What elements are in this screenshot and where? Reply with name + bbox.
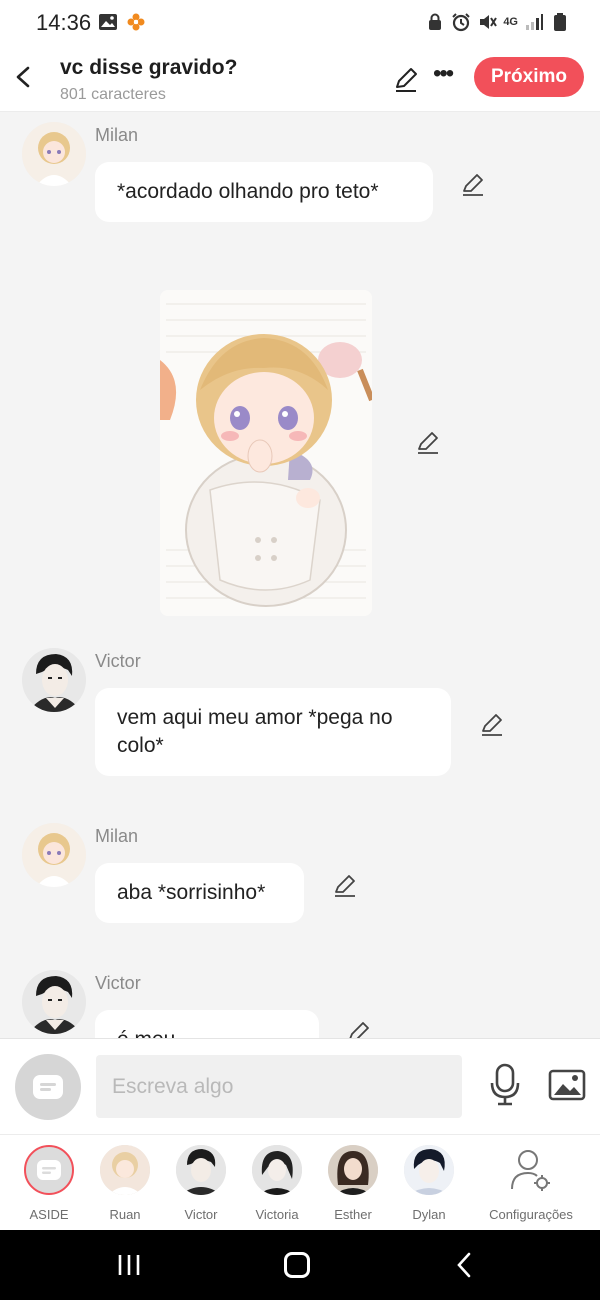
- aside-avatar: [24, 1145, 74, 1195]
- back-arrow-icon[interactable]: [12, 62, 36, 92]
- edit-message-icon[interactable]: [346, 1020, 372, 1038]
- aside-button[interactable]: [15, 1054, 81, 1120]
- chat-title: vc disse gravido?: [60, 56, 238, 79]
- message-image[interactable]: [160, 290, 372, 616]
- character-bar: ASIDE Ruan Victor Victoria Esther Dylan …: [0, 1134, 600, 1230]
- system-nav-bar: [0, 1230, 600, 1300]
- settings-button[interactable]: Configurações: [484, 1145, 578, 1222]
- character-dylan[interactable]: Dylan: [391, 1145, 467, 1222]
- edit-message-icon[interactable]: [460, 172, 486, 198]
- avatar: [404, 1145, 454, 1195]
- character-name: Dylan: [412, 1207, 446, 1222]
- character-name: ASIDE: [29, 1207, 69, 1222]
- aside-icon: [33, 1075, 63, 1099]
- message-bubble[interactable]: aba *sorrisinho*: [95, 863, 304, 923]
- sender-name: Milan: [95, 826, 139, 846]
- avatar-victor[interactable]: [22, 970, 86, 1034]
- alarm-icon: [452, 13, 471, 32]
- avatar-milan[interactable]: [22, 823, 86, 887]
- message-input[interactable]: [96, 1055, 462, 1118]
- message-bubble[interactable]: *acordado olhando pro teto*: [95, 162, 433, 222]
- character-name: Victor: [184, 1207, 218, 1222]
- flower-icon: [127, 13, 145, 31]
- chat-header: vc disse gravido? 801 caracteres ••• Pró…: [0, 46, 600, 112]
- message-bubble[interactable]: é meu pinguinzinho: [95, 1010, 319, 1038]
- edit-message-icon[interactable]: [332, 873, 358, 899]
- battery-icon: [554, 13, 566, 31]
- status-time: 14:36: [36, 10, 92, 35]
- character-victoria[interactable]: Victoria: [239, 1145, 315, 1222]
- avatar: [176, 1145, 226, 1195]
- sender-name: Milan: [95, 125, 139, 145]
- home-icon[interactable]: [284, 1252, 310, 1278]
- more-options-icon[interactable]: •••: [433, 60, 454, 88]
- message-bubble[interactable]: vem aqui meu amor *pega no colo*: [95, 688, 451, 776]
- character-name: Esther: [334, 1207, 372, 1222]
- composer: [0, 1038, 600, 1134]
- edit-title-icon[interactable]: [392, 66, 420, 94]
- nav-back-icon[interactable]: [456, 1252, 472, 1278]
- aside-icon: [37, 1160, 61, 1180]
- chat-area[interactable]: Milan *acordado olhando pro teto* Victor…: [0, 112, 600, 1038]
- network-label: 4G: [503, 16, 518, 28]
- character-victor[interactable]: Victor: [163, 1145, 239, 1222]
- signal-icon: [526, 14, 543, 30]
- avatar-milan[interactable]: [22, 122, 86, 186]
- microphone-icon[interactable]: [488, 1063, 522, 1107]
- edit-message-icon[interactable]: [479, 712, 505, 738]
- sender-name: Victor: [95, 973, 141, 993]
- user-settings-icon: [511, 1150, 550, 1191]
- character-esther[interactable]: Esther: [315, 1145, 391, 1222]
- character-count: 801 caracteres: [60, 86, 166, 103]
- avatar: [252, 1145, 302, 1195]
- mute-icon: [480, 15, 498, 29]
- character-name: Configurações: [489, 1207, 573, 1222]
- recent-apps-icon[interactable]: [116, 1254, 142, 1276]
- character-name: Ruan: [109, 1207, 141, 1222]
- next-button[interactable]: Próximo: [474, 57, 584, 97]
- status-bar: 14:36 4G: [0, 0, 600, 46]
- edit-message-icon[interactable]: [415, 430, 441, 456]
- avatar-victor[interactable]: [22, 648, 86, 712]
- character-name: Victoria: [255, 1207, 299, 1222]
- character-aside[interactable]: ASIDE: [11, 1145, 87, 1222]
- avatar: [100, 1145, 150, 1195]
- sender-name: Victor: [95, 651, 141, 671]
- gallery-icon: [99, 14, 117, 30]
- image-icon[interactable]: [548, 1067, 586, 1103]
- lock-icon: [429, 13, 442, 30]
- character-ruan[interactable]: Ruan: [87, 1145, 163, 1222]
- avatar: [328, 1145, 378, 1195]
